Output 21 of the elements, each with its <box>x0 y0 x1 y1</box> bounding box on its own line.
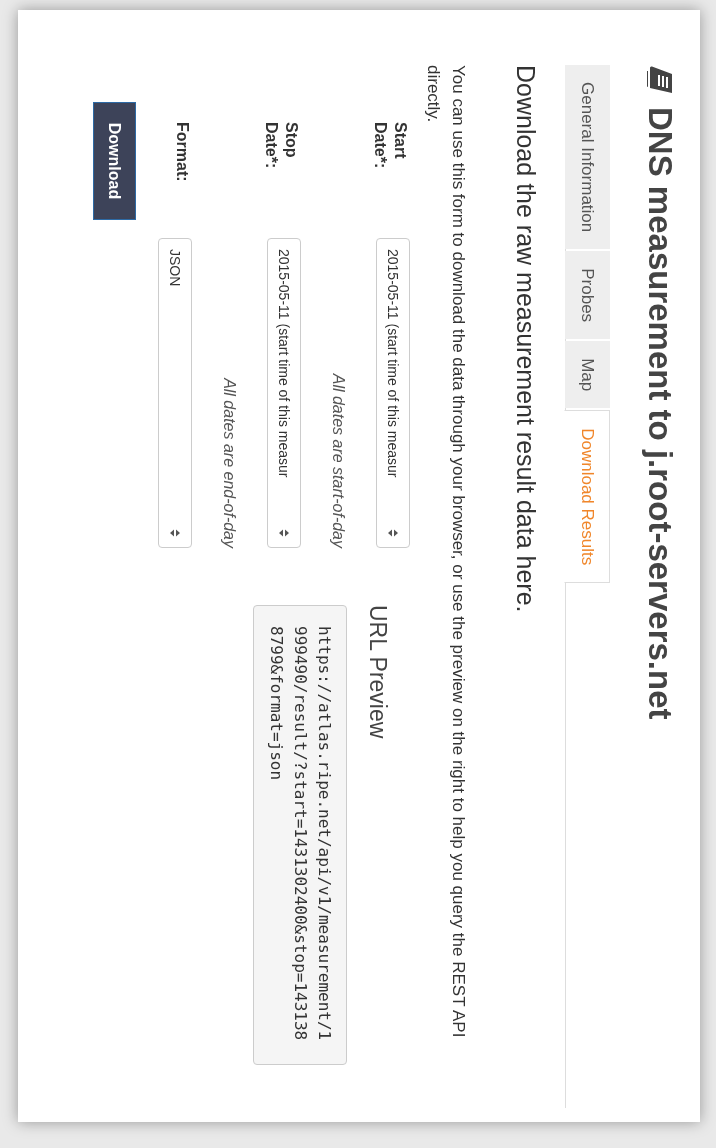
up-down-icon <box>387 529 399 537</box>
tab[interactable]: Map <box>565 341 610 409</box>
select-field[interactable]: 2015-05-11 (start time of this measur <box>267 238 301 548</box>
download-button[interactable]: Download <box>93 102 136 220</box>
select-field[interactable]: JSON <box>158 238 192 548</box>
up-down-icon <box>278 529 290 537</box>
preview-heading: URL Preview <box>365 605 391 741</box>
field-label: Format: <box>173 122 192 184</box>
hint-text: All dates are start-of-day <box>329 373 348 548</box>
tab[interactable]: Probes <box>565 251 610 340</box>
field-label: Stop Date*: <box>262 122 301 171</box>
up-down-icon <box>169 529 181 537</box>
tab[interactable]: General Information <box>565 65 610 250</box>
intro-text: You can use this form to download the data through your browser, or use the preview on the right to help you query the REST API directly. <box>423 65 469 1040</box>
section-heading: Download the raw measurement result data here. <box>511 65 541 615</box>
field-label: Start Date*: <box>371 122 410 171</box>
url-preview: https://atlas.ripe.net/api/v1/measurement/1999490/result/?start=1431302400&stop=1431388799&format=json <box>253 605 347 1065</box>
hint-text: All dates are end-of-day <box>220 378 239 548</box>
page-title: DNS measurement to j.root-servers.net <box>642 107 678 720</box>
book-icon <box>646 65 674 95</box>
select-field[interactable]: 2015-05-11 (start time of this measur <box>376 238 410 548</box>
